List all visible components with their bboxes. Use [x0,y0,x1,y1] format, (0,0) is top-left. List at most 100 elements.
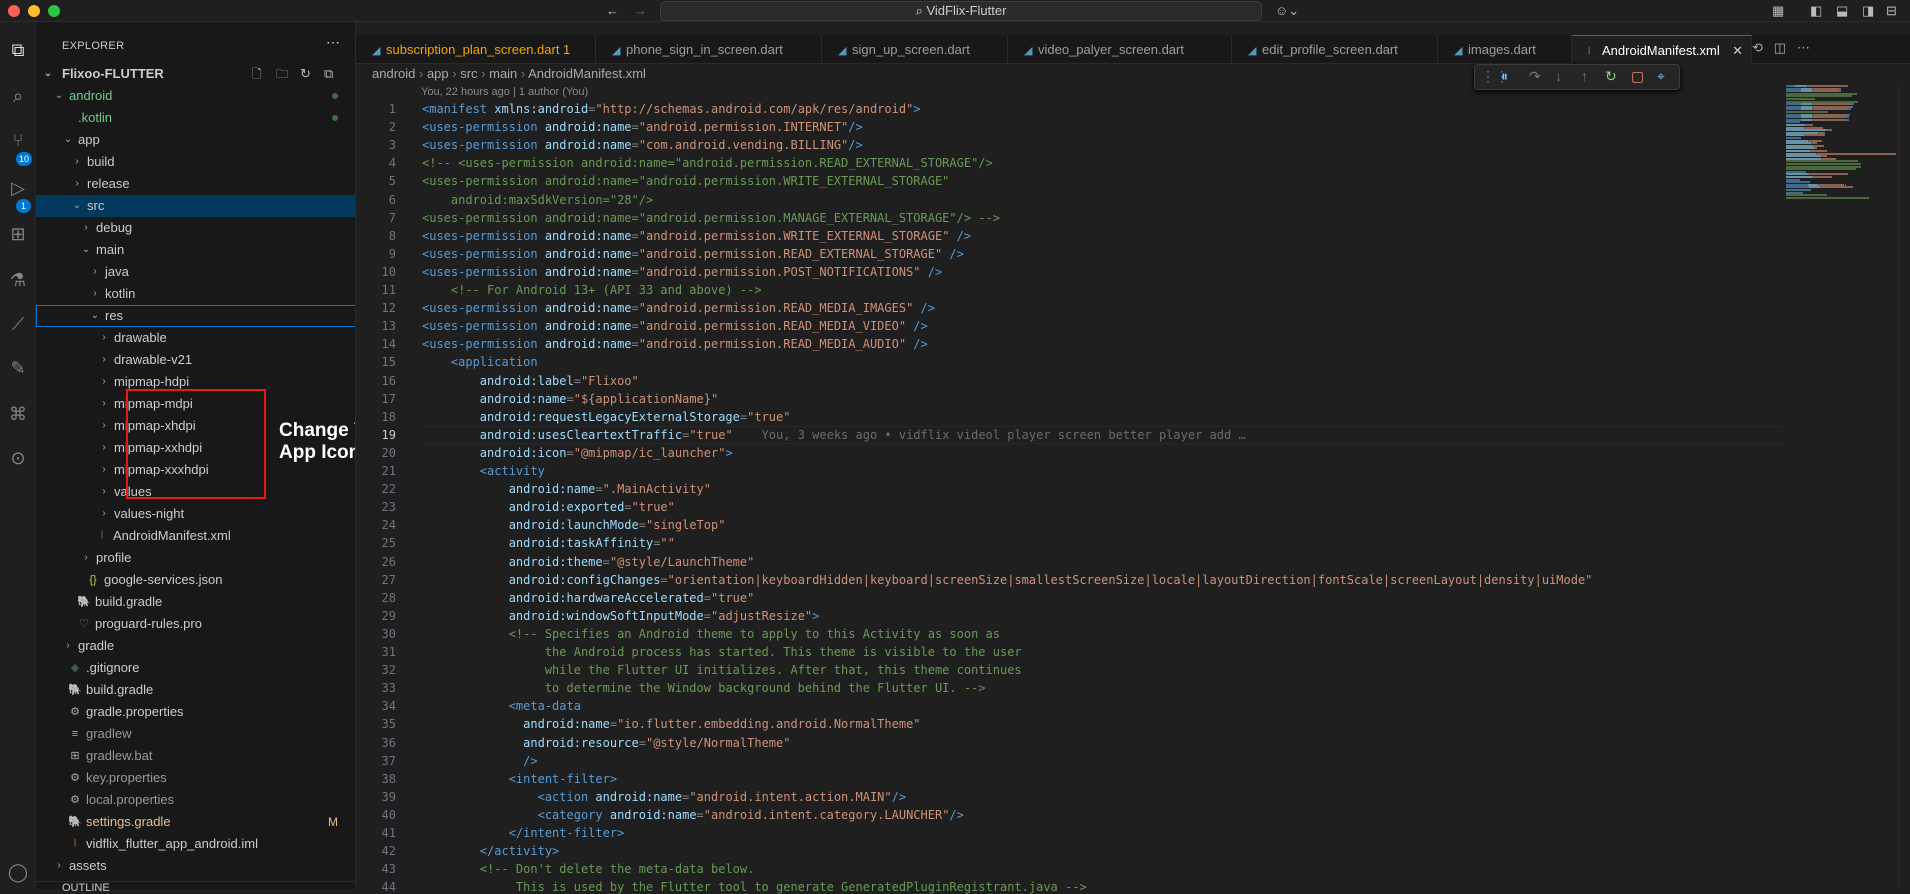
code-line[interactable]: <intent-filter> [422,772,617,786]
code-line[interactable]: android:launchMode="singleTop" [422,518,726,532]
new-file-icon[interactable]: 🗋 [252,63,262,85]
inspect-widget-icon[interactable]: ⌖ [1657,68,1665,85]
tree-item[interactable]: ⚙ local.properties [36,789,355,811]
tree-item[interactable]: › kotlin [36,283,355,305]
code-line[interactable]: android:resource="@style/NormalTheme" [422,736,790,750]
editor-tab[interactable]: ◢ images.dart [1438,35,1572,64]
tree-item[interactable]: › gradle [36,635,355,657]
tree-item[interactable]: ⌄ src [36,195,355,217]
run-debug-icon[interactable]: ▷ [6,176,30,200]
editor-scrollbar[interactable] [1898,85,1910,889]
code-line[interactable]: <category android:name="android.intent.c… [422,808,964,822]
breadcrumb-item[interactable]: android [372,66,415,81]
split-editor-icon[interactable]: ◫ [1774,40,1786,55]
editor-tab[interactable]: ◢ phone_sign_in_screen.dart [596,35,822,64]
tree-item[interactable]: ⊞ gradlew.bat [36,745,355,767]
code-line[interactable]: android:windowSoftInputMode="adjustResiz… [422,609,820,623]
tree-item[interactable]: 🐘 build.gradle [36,679,355,701]
tree-item[interactable]: 🐘 build.gradle [36,591,355,613]
tree-item[interactable]: › release [36,173,355,195]
more-icon[interactable]: ⋯ [1797,40,1810,55]
code-line[interactable]: <uses-permission android:name="android.p… [422,120,863,134]
code-line[interactable]: <uses-permission android:name="android.p… [422,265,942,279]
git-graph-icon[interactable]: ⊙ [6,446,30,470]
tree-item[interactable]: › java [36,261,355,283]
close-tab-icon[interactable]: ✕ [1732,36,1743,64]
code-line[interactable]: <!-- Specifies an Android theme to apply… [422,627,1000,641]
editor-tab[interactable]: ◢ sign_up_screen.dart [822,35,1008,64]
forward-arrow-icon[interactable]: → [634,3,647,18]
breadcrumb-item[interactable]: AndroidManifest.xml [528,66,646,81]
pen-tool-icon[interactable]: ✎ [6,356,30,380]
code-line[interactable]: android:usesCleartextTraffic="true" You,… [422,428,1246,442]
code-line[interactable]: </intent-filter> [422,826,625,840]
command-center-search[interactable]: ⌕ VidFlix-Flutter [660,1,1262,21]
project-header[interactable]: ⌄ Flixoo-FLUTTER 🗋 🗀 ↻ ⧉ [36,63,355,85]
tree-item[interactable]: .kotlin [36,107,355,129]
back-arrow-icon[interactable]: ← [606,3,619,18]
outline-section[interactable]: OUTLINE [36,881,356,894]
tree-item[interactable]: ⦚ vidflix_flutter_app_android.iml [36,833,355,855]
code-line[interactable]: <!-- Don't delete the meta-data below. [422,862,755,876]
tree-item[interactable]: › values-night [36,503,355,525]
search-view-icon[interactable]: ⌕ [6,84,30,108]
code-line[interactable]: android:hardwareAccelerated="true" [422,591,755,605]
code-line[interactable]: <uses-permission android:name="android.p… [422,337,928,351]
copilot-icon[interactable]: ☺⌄ [1275,3,1299,19]
code-line[interactable]: <application [422,355,538,369]
code-line[interactable]: <uses-permission android:name="android.p… [422,247,964,261]
toggle-panel-icon[interactable]: ⬓ [1836,3,1848,19]
layout-control-icon[interactable]: ▦ [1772,3,1784,19]
maximize-window-button[interactable] [48,5,60,17]
breadcrumb-item[interactable]: main [489,66,517,81]
code-line[interactable]: while the Flutter UI initializes. After … [422,663,1022,677]
toggle-secondary-sidebar-icon[interactable]: ◨ [1862,3,1874,19]
code-line[interactable]: <!-- For Android 13+ (API 33 and above) … [422,283,762,297]
code-line[interactable]: <manifest xmlns:android="http://schemas.… [422,102,921,116]
code-editor[interactable]: 1 <manifest xmlns:android="http://schemas… [356,100,1782,894]
code-line[interactable]: the Android process has started. This th… [422,645,1022,659]
editor-tab[interactable]: ◢ edit_profile_screen.dart [1232,35,1438,64]
code-line[interactable]: <activity [422,464,545,478]
code-line[interactable]: This is used by the Flutter tool to gene… [422,880,1087,894]
accounts-icon[interactable]: ◯ [6,860,30,884]
explorer-icon[interactable]: ⧉ [6,38,30,62]
tree-item[interactable]: ⌄ app [36,129,355,151]
remote-explorer-icon[interactable]: ⌘ [6,402,30,426]
step-over-icon[interactable]: ↷ [1529,68,1541,85]
code-line[interactable]: <uses-permission android:name="android.p… [422,301,935,315]
tree-item[interactable]: {} google-services.json [36,569,355,591]
code-line[interactable]: <action android:name="android.intent.act… [422,790,906,804]
tree-item[interactable]: › drawable [36,327,355,349]
refresh-icon[interactable]: ↻ [300,63,311,85]
more-actions-icon[interactable]: ⋯ [326,34,340,51]
minimap[interactable] [1786,85,1906,215]
tree-item[interactable]: ⌄ android [36,85,355,107]
collapse-all-icon[interactable]: ⧉ [324,63,333,85]
pause-icon[interactable]: ⏸ [1501,68,1508,85]
code-line[interactable]: <uses-permission android:name="android.p… [422,229,971,243]
code-line[interactable]: to determine the Window background behin… [422,681,986,695]
code-line[interactable]: android:icon="@mipmap/ic_launcher"> [422,446,733,460]
tree-item[interactable]: ⚙ gradle.properties [36,701,355,723]
tree-item[interactable]: ⚙ key.properties [36,767,355,789]
testing-icon[interactable]: ⚗ [6,268,30,292]
tree-item[interactable]: ≡ gradlew [36,723,355,745]
step-into-icon[interactable]: ↓ [1555,68,1562,84]
tree-item[interactable]: › drawable-v21 [36,349,355,371]
code-line[interactable]: android:exported="true" [422,500,675,514]
code-line[interactable]: android:name=".MainActivity" [422,482,711,496]
code-line[interactable]: <meta-data [422,699,581,713]
editor-tab[interactable]: ◢ subscription_plan_screen.dart 1 [356,35,596,64]
close-window-button[interactable] [8,5,20,17]
code-line[interactable]: <uses-permission android:name="android.p… [422,211,1000,225]
code-line[interactable]: android:configChanges="orientation|keybo… [422,573,1593,587]
step-out-icon[interactable]: ↑ [1581,68,1588,84]
customize-layout-icon[interactable]: ⊟ [1886,3,1897,19]
tree-item[interactable]: › profile [36,547,355,569]
source-control-icon[interactable]: ⑂ [6,128,30,152]
tree-item[interactable]: ◆ .gitignore [36,657,355,679]
editor-tab[interactable]: ◢ video_palyer_screen.dart [1008,35,1232,64]
open-changes-icon[interactable]: ⟲ [1752,40,1763,55]
tree-item[interactable]: › build [36,151,355,173]
